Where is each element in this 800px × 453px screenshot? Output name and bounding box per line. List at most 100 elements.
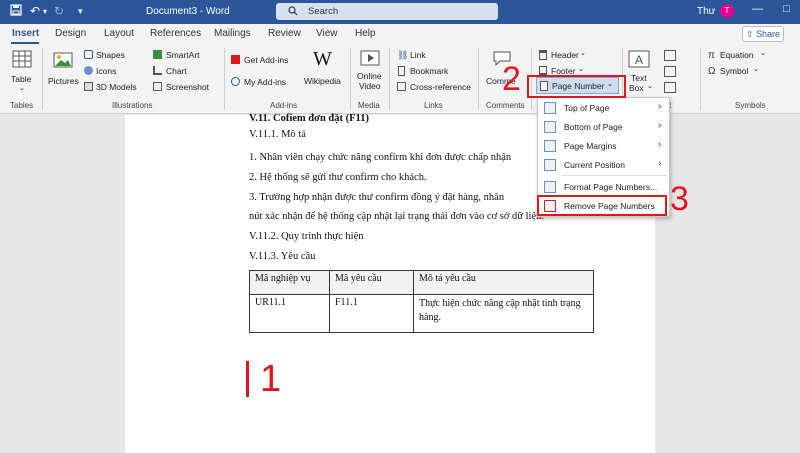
undo-icon[interactable]: ↶: [30, 4, 40, 18]
text-box-label-2: Box: [629, 83, 644, 93]
save-icon[interactable]: [10, 4, 22, 19]
current-position-icon: [544, 159, 556, 171]
maximize-icon[interactable]: □: [783, 3, 790, 15]
requirements-table: Mã nghiệp vụ Mã yêu cầu Mô tả yêu cầu UR…: [249, 270, 594, 333]
table-header-cell[interactable]: Mã yêu cầu: [329, 270, 414, 295]
smartart-icon: [153, 50, 162, 59]
minimize-icon[interactable]: —: [752, 3, 763, 15]
smartart-button[interactable]: SmartArt: [166, 50, 200, 60]
cross-reference-button[interactable]: Cross-reference: [410, 82, 471, 92]
table-button[interactable]: Table ⌄: [8, 48, 36, 98]
comments-group-label: Comments: [486, 101, 525, 110]
3d-models-icon: [84, 82, 93, 91]
avatar[interactable]: T: [720, 4, 734, 18]
symbol-dropdown-icon[interactable]: ⌄: [753, 65, 759, 73]
document-title: Document3 - Word: [146, 6, 230, 17]
menu-item-page-margins[interactable]: Page Margins ›: [538, 137, 669, 155]
menu-item-bottom-of-page[interactable]: Bottom of Page ›: [538, 118, 669, 136]
equation-button[interactable]: Equation: [720, 50, 754, 60]
screenshot-button[interactable]: Screenshot: [166, 82, 209, 92]
online-video-label-1: Online: [357, 71, 382, 81]
table-header-cell[interactable]: Mã nghiệp vụ: [249, 270, 330, 295]
menu-item-top-of-page[interactable]: Top of Page ›: [538, 99, 669, 117]
icons-button[interactable]: Icons: [96, 66, 116, 76]
tab-references[interactable]: References: [150, 28, 201, 39]
chart-icon: [153, 66, 162, 75]
search-label: Search: [308, 6, 339, 17]
menu-item-label: Top of Page: [564, 103, 610, 113]
share-label: Share: [756, 29, 781, 39]
symbols-group-label: Symbols: [735, 101, 766, 110]
table-cell[interactable]: UR11.1: [249, 294, 330, 333]
menu-item-label: Page Margins: [564, 141, 617, 151]
pictures-button[interactable]: Pictures: [46, 48, 80, 98]
highlight-page-number: [527, 75, 626, 98]
bookmark-icon: [398, 66, 405, 76]
footer-dropdown-icon[interactable]: ⌄: [578, 65, 584, 73]
online-video-button[interactable]: Online Video: [354, 48, 386, 98]
table-header-cell[interactable]: Mô tả yêu cầu: [413, 270, 594, 295]
header-dropdown-icon[interactable]: ⌄: [580, 49, 586, 57]
text-box-button[interactable]: A Text Box ⌄: [624, 48, 654, 100]
ribbon: Table ⌄ Tables Pictures Shapes Icons 3D …: [0, 44, 800, 114]
equation-dropdown-icon[interactable]: ⌄: [760, 49, 766, 57]
screenshot-icon: [153, 82, 162, 91]
menu-item-label: Bottom of Page: [564, 122, 623, 132]
subheading-description: V.11.1. Mô tả: [249, 129, 306, 140]
3d-models-button[interactable]: 3D Models: [96, 82, 137, 92]
paragraph-2: 2. Hệ thống sẽ gửi thư confirm cho khách…: [249, 172, 427, 183]
redo-icon[interactable]: ↻: [54, 4, 64, 18]
equation-icon: π: [708, 50, 715, 61]
step-1-label: 1: [260, 358, 282, 400]
separator: [42, 48, 43, 110]
table-cell[interactable]: Thực hiện chức năng cập nhật tình trạng …: [413, 294, 594, 333]
tab-review[interactable]: Review: [268, 28, 301, 39]
separator: [700, 48, 701, 110]
addins-group-label: Add-ins: [270, 101, 298, 110]
tab-design[interactable]: Design: [55, 28, 86, 39]
separator: [389, 48, 390, 110]
tab-mailings[interactable]: Mailings: [214, 28, 251, 39]
search-box[interactable]: Search: [276, 3, 498, 20]
table-label: Table: [11, 74, 32, 84]
step-2-label: 2: [502, 60, 521, 98]
text-option-icon[interactable]: [664, 66, 676, 77]
link-icon: ⛓: [397, 50, 409, 60]
pictures-icon: [53, 52, 73, 68]
header-icon: [539, 50, 547, 60]
get-addins-button[interactable]: Get Add-ins: [244, 55, 288, 65]
text-option-icon[interactable]: [664, 50, 676, 61]
share-icon: ⇧: [745, 29, 756, 39]
shapes-button[interactable]: Shapes: [96, 50, 125, 60]
separator: [224, 48, 225, 110]
undo-dropdown-icon[interactable]: ▾: [43, 7, 47, 16]
text-option-icon[interactable]: [664, 82, 676, 93]
my-addins-icon: [231, 77, 240, 86]
separator: [478, 48, 479, 110]
menu-item-current-position[interactable]: Current Position ›: [538, 156, 669, 174]
tab-view[interactable]: View: [316, 28, 338, 39]
tab-layout[interactable]: Layout: [104, 28, 134, 39]
user-name[interactable]: Thư: [697, 6, 715, 17]
bookmark-button[interactable]: Bookmark: [410, 66, 448, 76]
symbol-button[interactable]: Symbol: [720, 66, 748, 76]
table-icon: [12, 50, 32, 68]
menu-item-label: Format Page Numbers...: [564, 182, 658, 192]
customize-quick-access-icon[interactable]: ▾: [78, 6, 83, 17]
title-bar: ↶ ▾ ↻ ▾ Document3 - Word Search Thư T — …: [0, 0, 800, 24]
tab-help[interactable]: Help: [355, 28, 376, 39]
wikipedia-button[interactable]: W Wikipedia: [304, 48, 344, 98]
my-addins-button[interactable]: My Add-ins: [244, 77, 286, 87]
header-button[interactable]: Header: [551, 50, 579, 60]
subheading-process: V.11.2. Quy trình thực hiện: [249, 231, 364, 242]
page-margins-icon: [544, 140, 556, 152]
format-page-numbers-icon: [544, 181, 556, 193]
chart-button[interactable]: Chart: [166, 66, 187, 76]
menu-item-format-page-numbers[interactable]: Format Page Numbers...: [538, 178, 669, 196]
link-button[interactable]: Link: [410, 50, 426, 60]
table-cell[interactable]: F11.1: [329, 294, 414, 333]
share-button[interactable]: ⇧ Share: [742, 26, 784, 42]
chevron-right-icon: ›: [658, 120, 662, 131]
tab-insert[interactable]: Insert: [12, 28, 39, 39]
shapes-icon: [84, 50, 93, 59]
